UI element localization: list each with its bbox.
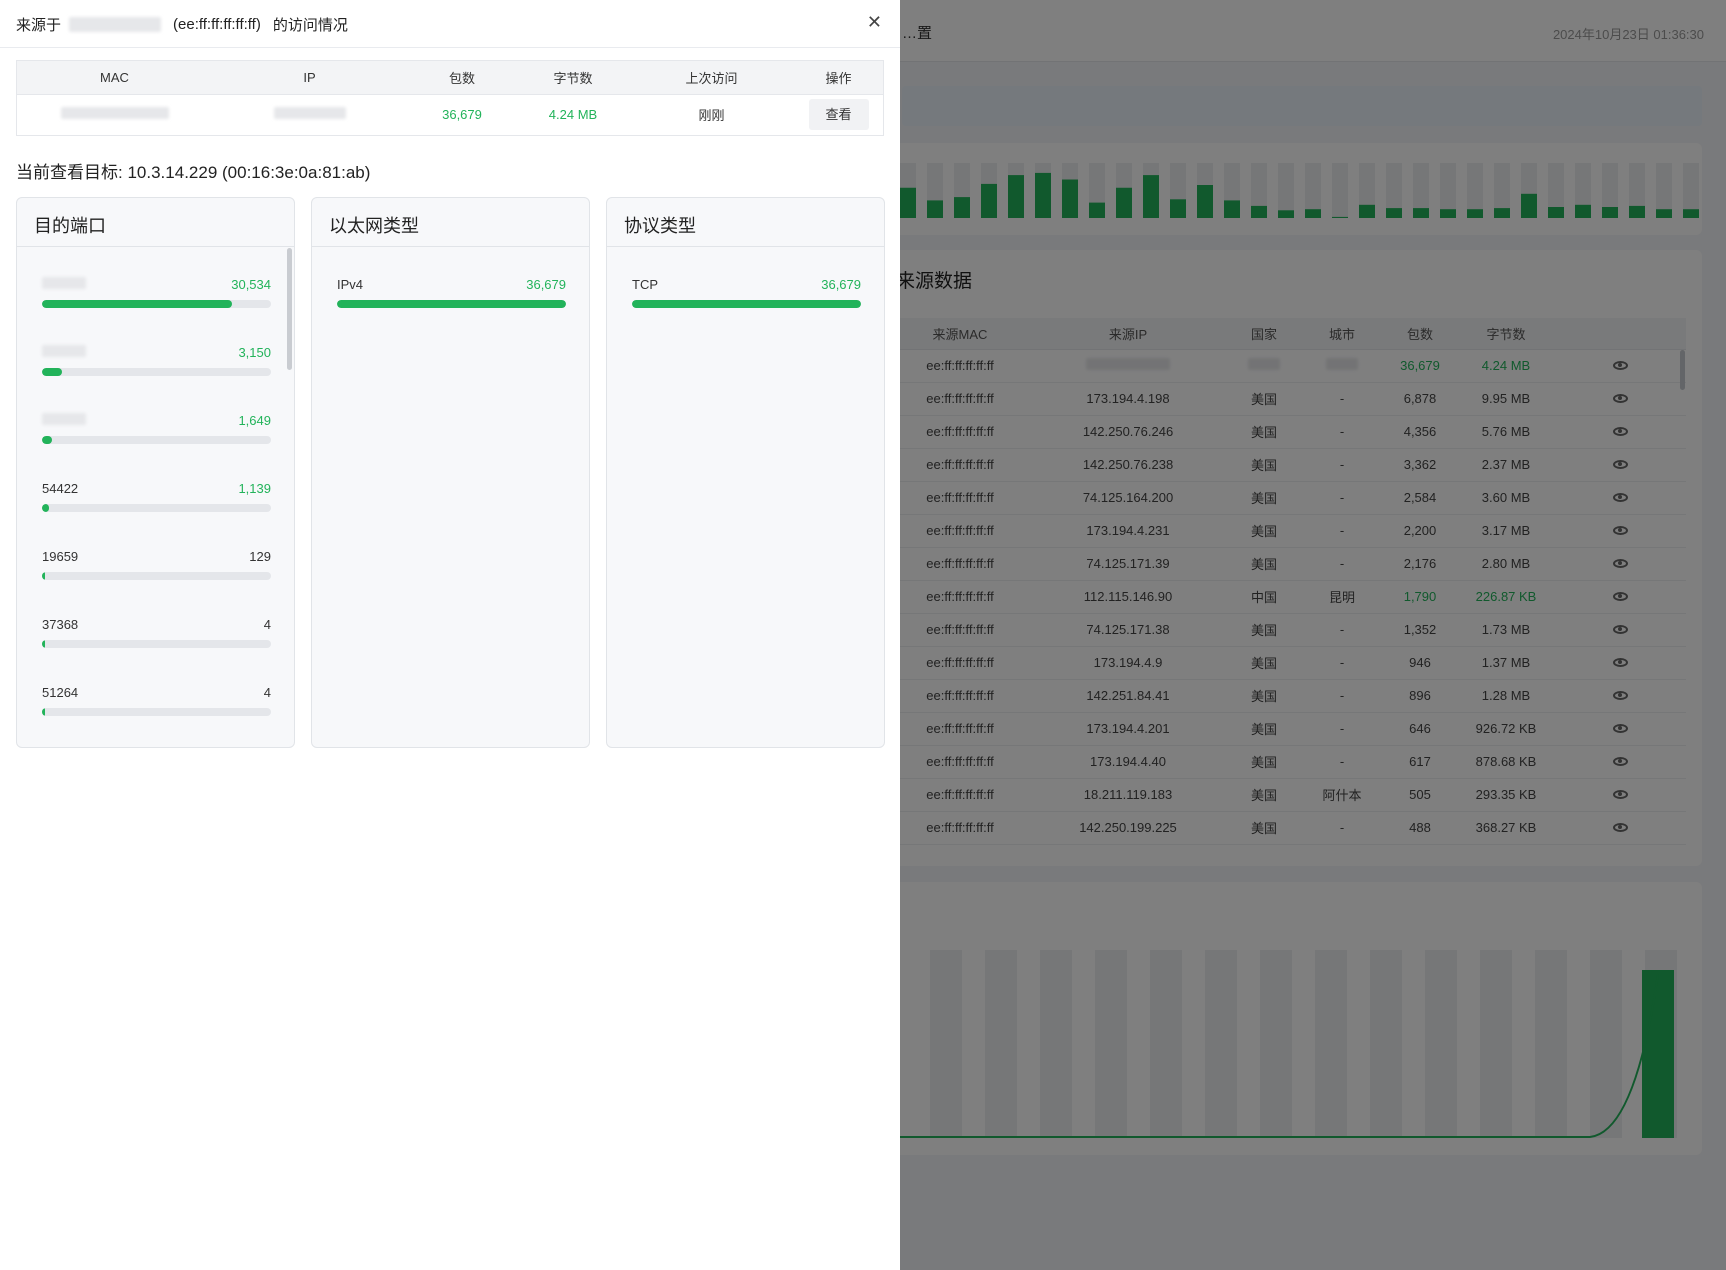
redacted-port bbox=[42, 413, 86, 425]
stat-item-label: TCP bbox=[632, 277, 658, 292]
summary-last-access: 刚刚 bbox=[698, 108, 725, 124]
progress-track bbox=[42, 436, 271, 444]
progress-fill bbox=[632, 300, 861, 308]
redacted-port bbox=[42, 345, 86, 357]
stat-item: 3,150 bbox=[42, 345, 271, 385]
progress-fill bbox=[42, 300, 233, 308]
dest-port-card-title: 目的端口 bbox=[17, 198, 294, 247]
stat-item-label: IPv4 bbox=[337, 277, 364, 292]
stat-item: 19659 129 bbox=[42, 549, 271, 589]
close-icon[interactable]: ✕ bbox=[867, 12, 882, 33]
stat-item-value: 4 bbox=[263, 617, 271, 632]
dest-port-card: 目的端口 30,534 3,150 1,649 54422 1,139 19659 129 3… bbox=[16, 197, 295, 748]
stat-item: 54422 1,139 bbox=[42, 481, 271, 521]
redacted-source-name bbox=[69, 17, 162, 32]
view-button[interactable]: 查看 bbox=[808, 99, 869, 131]
stat-item-value: 30,534 bbox=[231, 277, 271, 292]
current-target: 当前查看目标: 10.3.14.229 (00:16:3e:0a:81:ab) bbox=[16, 158, 370, 183]
summary-row: 36,679 4.24 MB 刚刚 查看 bbox=[17, 94, 883, 135]
redacted-mac bbox=[60, 107, 169, 120]
stat-item-value: 4 bbox=[263, 685, 271, 700]
summary-table: MAC IP 包数 字节数 上次访问 操作 36,679 4.24 MB 刚刚 … bbox=[17, 61, 883, 135]
redacted-port bbox=[42, 277, 86, 289]
summary-header-ip: IP bbox=[212, 61, 407, 95]
stat-item-value: 1,139 bbox=[238, 481, 271, 496]
summary-bytes: 4.24 MB bbox=[548, 107, 598, 123]
stat-item-value: 129 bbox=[249, 549, 271, 564]
progress-fill bbox=[42, 504, 50, 512]
summary-header-packets: 包数 bbox=[407, 61, 517, 95]
stat-item: 1,649 bbox=[42, 413, 271, 453]
current-target-value: 10.3.14.229 (00:16:3e:0a:81:ab) bbox=[127, 163, 371, 182]
summary-header-mac: MAC bbox=[17, 61, 212, 95]
stat-item-value: 36,679 bbox=[821, 277, 861, 292]
summary-ip-cell bbox=[212, 94, 407, 135]
progress-fill bbox=[42, 708, 45, 716]
protocol-type-card-title: 协议类型 bbox=[607, 198, 884, 247]
drawer-header: 来源于 (ee:ff:ff:ff:ff:ff) 的访问情况 ✕ bbox=[0, 0, 900, 48]
drawer-title-suffix: 的访问情况 bbox=[272, 17, 348, 34]
summary-header-last-access: 上次访问 bbox=[629, 61, 794, 95]
ether-type-card-title: 以太网类型 bbox=[312, 198, 589, 247]
progress-fill bbox=[42, 368, 62, 376]
progress-fill bbox=[337, 300, 566, 308]
progress-fill bbox=[42, 436, 53, 444]
progress-track bbox=[42, 640, 271, 648]
progress-track bbox=[42, 368, 271, 376]
summary-header-action: 操作 bbox=[794, 61, 883, 95]
stat-item: IPv4 36,679 bbox=[337, 277, 566, 317]
redacted-ip bbox=[273, 107, 346, 120]
stat-item-label bbox=[42, 277, 86, 292]
progress-track bbox=[42, 572, 271, 580]
stat-item-value: 1,649 bbox=[238, 413, 271, 428]
stat-item-label bbox=[42, 345, 86, 360]
stat-item: TCP 36,679 bbox=[632, 277, 861, 317]
stat-item: 30,534 bbox=[42, 277, 271, 317]
summary-header-bytes: 字节数 bbox=[517, 61, 629, 95]
summary-packets: 36,679 bbox=[442, 107, 482, 123]
progress-track bbox=[632, 300, 861, 308]
stat-item-label: 51264 bbox=[42, 685, 79, 700]
stat-item-label: 54422 bbox=[42, 481, 79, 496]
stat-item-value: 3,150 bbox=[238, 345, 271, 360]
stat-item-label bbox=[42, 413, 86, 428]
stat-item-label: 37368 bbox=[42, 617, 79, 632]
dest-port-scrollbar[interactable] bbox=[287, 248, 292, 370]
drawer-title-mac: (ee:ff:ff:ff:ff:ff) bbox=[173, 16, 261, 33]
current-target-label: 当前查看目标: bbox=[16, 163, 123, 182]
protocol-type-card: 协议类型 TCP 36,679 bbox=[606, 197, 885, 748]
stat-item-label: 19659 bbox=[42, 549, 79, 564]
ether-type-card: 以太网类型 IPv4 36,679 bbox=[311, 197, 590, 748]
drawer-title-prefix: 来源于 bbox=[16, 17, 62, 34]
stat-item: 37368 4 bbox=[42, 617, 271, 657]
summary-header-row: MAC IP 包数 字节数 上次访问 操作 bbox=[17, 61, 883, 95]
stat-item-value: 36,679 bbox=[526, 277, 566, 292]
detail-drawer: 来源于 (ee:ff:ff:ff:ff:ff) 的访问情况 ✕ MAC IP 包… bbox=[0, 0, 900, 1270]
summary-table-wrap: MAC IP 包数 字节数 上次访问 操作 36,679 4.24 MB 刚刚 … bbox=[16, 60, 884, 136]
summary-action-cell: 查看 bbox=[794, 94, 883, 135]
progress-track bbox=[42, 708, 271, 716]
progress-track bbox=[42, 504, 271, 512]
drawer-title: 来源于 (ee:ff:ff:ff:ff:ff) 的访问情况 bbox=[16, 14, 348, 35]
progress-track bbox=[42, 300, 271, 308]
progress-fill bbox=[42, 572, 45, 580]
progress-fill bbox=[42, 640, 45, 648]
summary-mac-cell bbox=[17, 94, 212, 135]
stat-item: 51264 4 bbox=[42, 685, 271, 725]
progress-track bbox=[337, 300, 566, 308]
